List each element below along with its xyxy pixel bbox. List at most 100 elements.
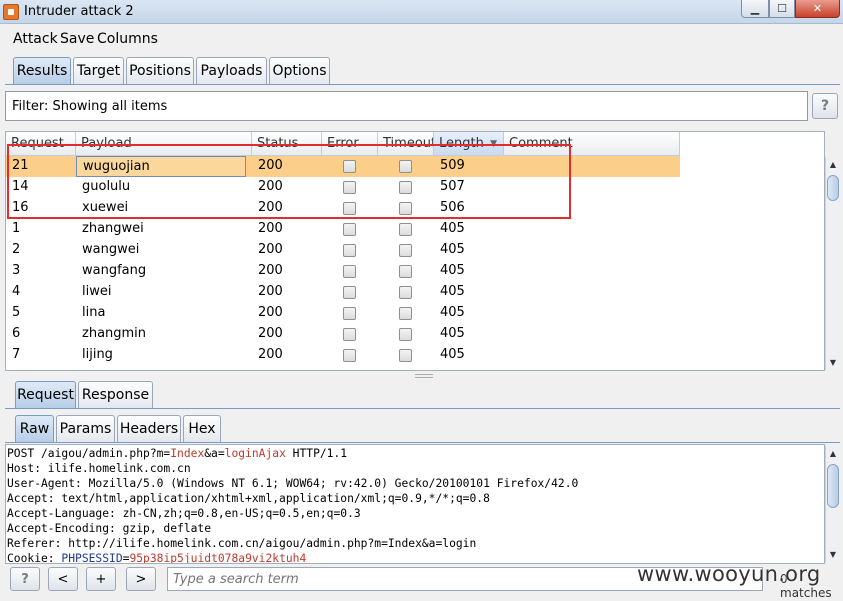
filter-text: Filter: Showing all items (12, 99, 168, 114)
scroll-down-icon[interactable]: ▼ (826, 355, 840, 369)
search-add-button[interactable]: + (86, 567, 116, 591)
raw-param-value: loginAjax (224, 447, 286, 460)
cell-status: 200 (258, 242, 283, 257)
cell-payload: zhangmin (82, 326, 147, 341)
error-checkbox (343, 328, 356, 341)
cell-length: 405 (440, 347, 465, 362)
table-row[interactable]: 6 zhangmin 200 405 (6, 324, 680, 345)
table-row[interactable]: 2 wangwei 200 405 (6, 240, 680, 261)
results-scroll-thumb[interactable] (827, 175, 839, 201)
menu-columns[interactable]: Columns (97, 31, 158, 47)
cell-status: 200 (258, 326, 283, 341)
raw-line-request: POST /aigou/admin.php?m=Index&a=loginAja… (7, 447, 347, 460)
raw-text: Cookie: (7, 552, 62, 564)
raw-scroll-down-icon[interactable]: ▼ (826, 547, 840, 561)
tab-response[interactable]: Response (78, 381, 153, 408)
cell-status: 200 (258, 221, 283, 236)
table-row[interactable]: 3 wangfang 200 405 (6, 261, 680, 282)
minimize-icon: ▁ (750, 2, 760, 15)
timeout-checkbox (399, 328, 412, 341)
cell-request: 3 (12, 263, 21, 278)
raw-text: HTTP/1.1 (285, 447, 348, 460)
timeout-checkbox (399, 307, 412, 320)
timeout-checkbox (399, 265, 412, 278)
tab-headers[interactable]: Headers (117, 415, 181, 442)
cell-length: 405 (440, 326, 465, 341)
close-button[interactable]: ✕ (795, 0, 840, 18)
tab-raw[interactable]: Raw (15, 415, 54, 442)
raw-scrollbar[interactable]: ▲ ▼ (825, 446, 839, 562)
window-title: Intruder attack 2 (24, 4, 134, 19)
results-scrollbar[interactable]: ▲ ▼ (825, 157, 839, 370)
tab-results[interactable]: Results (13, 57, 71, 84)
req-tab-divider (5, 408, 840, 409)
cell-length: 405 (440, 305, 465, 320)
table-row[interactable]: 4 liwei 200 405 (6, 282, 680, 303)
table-row[interactable]: 5 lina 200 405 (6, 303, 680, 324)
maximize-icon: ☐ (777, 2, 787, 15)
cell-length: 405 (440, 242, 465, 257)
cell-payload: zhangwei (82, 221, 144, 236)
timeout-checkbox (399, 223, 412, 236)
cell-request: 1 (12, 221, 21, 236)
cell-payload: wangwei (82, 242, 140, 257)
raw-line-accept: Accept: text/html,application/xhtml+xml,… (7, 492, 490, 505)
filter-help-button[interactable]: ? (812, 93, 838, 119)
cell-request: 6 (12, 326, 21, 341)
tab-target[interactable]: Target (73, 57, 124, 84)
error-checkbox (343, 307, 356, 320)
cell-length: 405 (440, 263, 465, 278)
error-checkbox (343, 244, 356, 257)
table-row[interactable]: 1 zhangwei 200 405 (6, 219, 680, 240)
title-bar: Intruder attack 2 (0, 0, 843, 24)
minimize-button[interactable]: ▁ (741, 0, 769, 18)
tab-payloads[interactable]: Payloads (196, 57, 267, 84)
raw-request-editor[interactable]: POST /aigou/admin.php?m=Index&a=loginAja… (5, 444, 825, 564)
raw-line-cookie: Cookie: PHPSESSID=95p38ip5juidt078a9vi2k… (7, 552, 307, 564)
maximize-button[interactable]: ☐ (769, 0, 795, 18)
cell-request: 7 (12, 347, 21, 362)
watermark-text: www.wooyun.org (637, 562, 821, 586)
error-checkbox (343, 223, 356, 236)
tab-request[interactable]: Request (15, 381, 76, 408)
search-help-button[interactable]: ? (10, 567, 40, 591)
cell-status: 200 (258, 347, 283, 362)
tab-hex[interactable]: Hex (183, 415, 221, 442)
raw-text: &a= (204, 447, 225, 460)
search-next-button[interactable]: > (126, 567, 156, 591)
timeout-checkbox (399, 244, 412, 257)
menu-save[interactable]: Save (60, 31, 94, 47)
cell-length: 405 (440, 284, 465, 299)
raw-line-user-agent: User-Agent: Mozilla/5.0 (Windows NT 6.1;… (7, 477, 579, 490)
raw-line-accept-encoding: Accept-Encoding: gzip, deflate (7, 522, 212, 535)
raw-param-value: Index (170, 447, 205, 460)
cell-payload: lijing (82, 347, 113, 362)
tab-options[interactable]: Options (269, 57, 330, 84)
burp-app-icon (3, 4, 19, 20)
table-row[interactable]: 7 lijing 200 405 (6, 345, 680, 366)
highlight-annotation (7, 144, 571, 219)
menu-attack[interactable]: Attack (13, 31, 58, 47)
view-tab-divider (5, 442, 840, 443)
scroll-up-icon[interactable]: ▲ (826, 157, 840, 171)
cell-status: 200 (258, 263, 283, 278)
tab-positions[interactable]: Positions (126, 57, 194, 84)
cookie-value: 95p38ip5juidt078a9vi2ktuh4 (129, 552, 307, 564)
timeout-checkbox (399, 349, 412, 362)
cell-payload: lina (82, 305, 106, 320)
error-checkbox (343, 265, 356, 278)
raw-scroll-thumb[interactable] (827, 464, 839, 508)
tab-params[interactable]: Params (56, 415, 115, 442)
cookie-name: PHPSESSID (61, 552, 123, 564)
raw-line-accept-language: Accept-Language: zh-CN,zh;q=0.8,en-US;q=… (7, 507, 361, 520)
filter-bar[interactable]: Filter: Showing all items (5, 91, 808, 121)
cell-length: 405 (440, 221, 465, 236)
cell-status: 200 (258, 305, 283, 320)
error-checkbox (343, 286, 356, 299)
cell-request: 2 (12, 242, 21, 257)
pane-splitter[interactable] (415, 374, 433, 378)
search-prev-button[interactable]: < (48, 567, 78, 591)
error-checkbox (343, 349, 356, 362)
raw-scroll-up-icon[interactable]: ▲ (826, 446, 840, 460)
cell-payload: wangfang (82, 263, 147, 278)
